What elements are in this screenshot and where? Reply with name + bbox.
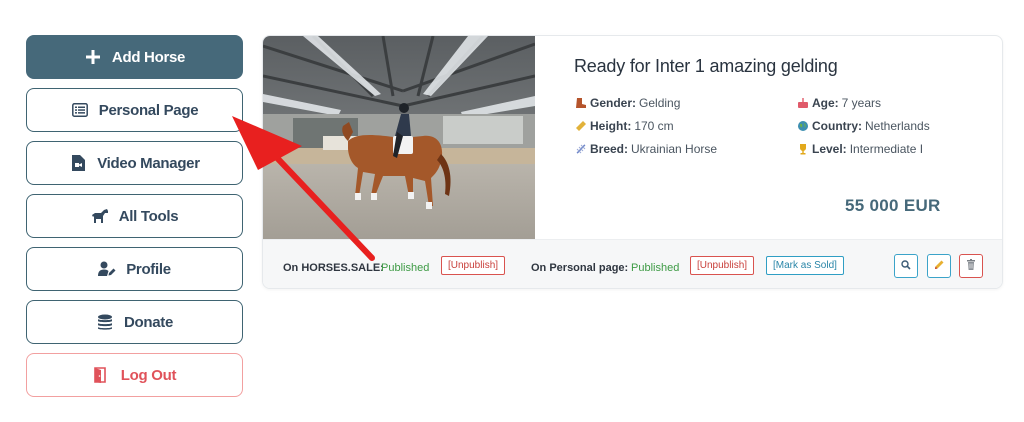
personal-page-status-label: On Personal page:: [531, 262, 629, 274]
fact-age: Age: 7 years: [796, 96, 881, 110]
add-horse-button[interactable]: Add Horse: [26, 35, 243, 79]
fact-gender: Gender: Gelding: [574, 96, 680, 110]
add-horse-label: Add Horse: [111, 48, 186, 66]
price: 55 000 EUR: [845, 196, 941, 215]
height-label: Height:: [590, 119, 632, 133]
listing-title: Ready for Inter 1 amazing gelding: [574, 56, 838, 76]
video-manager-label: Video Manager: [97, 154, 200, 172]
profile-button[interactable]: Profile: [26, 247, 243, 291]
video-manager-button[interactable]: Video Manager: [26, 141, 243, 185]
height-value: 170 cm: [634, 119, 674, 133]
view-button[interactable]: [894, 254, 918, 278]
fact-level: Level: Intermediate I: [796, 142, 923, 156]
plus-icon: [84, 48, 102, 66]
horses-sale-status: Published: [381, 262, 430, 274]
coins-icon: [96, 313, 114, 331]
all-tools-label: All Tools: [118, 207, 179, 225]
unpublish-horses-sale-button[interactable]: [Unpublish]: [441, 256, 506, 275]
globe-icon: [796, 120, 809, 133]
gender-value: Gelding: [639, 96, 681, 110]
user-edit-icon: [98, 260, 116, 278]
logout-door-icon: [93, 366, 111, 384]
unpublish-personal-page-button[interactable]: [Unpublish]: [690, 256, 755, 275]
personal-page-label: Personal Page: [98, 101, 199, 119]
fact-country: Country: Netherlands: [796, 119, 930, 133]
log-out-button[interactable]: Log Out: [26, 353, 243, 397]
search-icon: [901, 257, 911, 275]
delete-button[interactable]: [959, 254, 983, 278]
edit-button[interactable]: [927, 254, 951, 278]
horses-sale-label: On HORSES.SALE:: [283, 262, 384, 274]
level-value: Intermediate I: [849, 142, 924, 156]
personal-page-status: Published: [631, 262, 680, 274]
mark-as-sold-button[interactable]: [Mark as Sold]: [766, 256, 844, 275]
fact-breed: Breed: Ukrainian Horse: [574, 142, 717, 156]
age-label: Age:: [812, 96, 839, 110]
cake-icon: [796, 97, 809, 110]
ruler-icon: [574, 120, 587, 133]
listing-status-bar: On HORSES.SALE: Published [Unpublish] On…: [263, 239, 1002, 288]
dna-icon: [574, 143, 587, 156]
country-value: Netherlands: [865, 119, 930, 133]
boot-icon: [574, 97, 587, 110]
trophy-icon: [796, 143, 809, 156]
sidebar: Add Horse Personal Page Video Manager Al…: [26, 35, 243, 406]
horse-icon: [91, 207, 109, 225]
level-label: Level:: [812, 142, 847, 156]
gender-label: Gender:: [590, 96, 637, 110]
donate-label: Donate: [123, 313, 174, 331]
donate-button[interactable]: Donate: [26, 300, 243, 344]
trash-icon: [966, 257, 976, 275]
fact-height: Height: 170 cm: [574, 119, 674, 133]
breed-value: Ukrainian Horse: [631, 142, 718, 156]
country-label: Country:: [812, 119, 862, 133]
horse-listing-card: Ready for Inter 1 amazing gelding Gender…: [262, 35, 1003, 289]
horse-photo[interactable]: [263, 36, 535, 239]
all-tools-button[interactable]: All Tools: [26, 194, 243, 238]
personal-page-button[interactable]: Personal Page: [26, 88, 243, 132]
list-icon: [71, 101, 89, 119]
profile-label: Profile: [126, 260, 171, 278]
breed-label: Breed:: [590, 142, 629, 156]
video-file-icon: [69, 154, 87, 172]
pencil-icon: [934, 257, 945, 275]
log-out-label: Log Out: [120, 366, 177, 384]
age-value: 7 years: [841, 96, 882, 110]
